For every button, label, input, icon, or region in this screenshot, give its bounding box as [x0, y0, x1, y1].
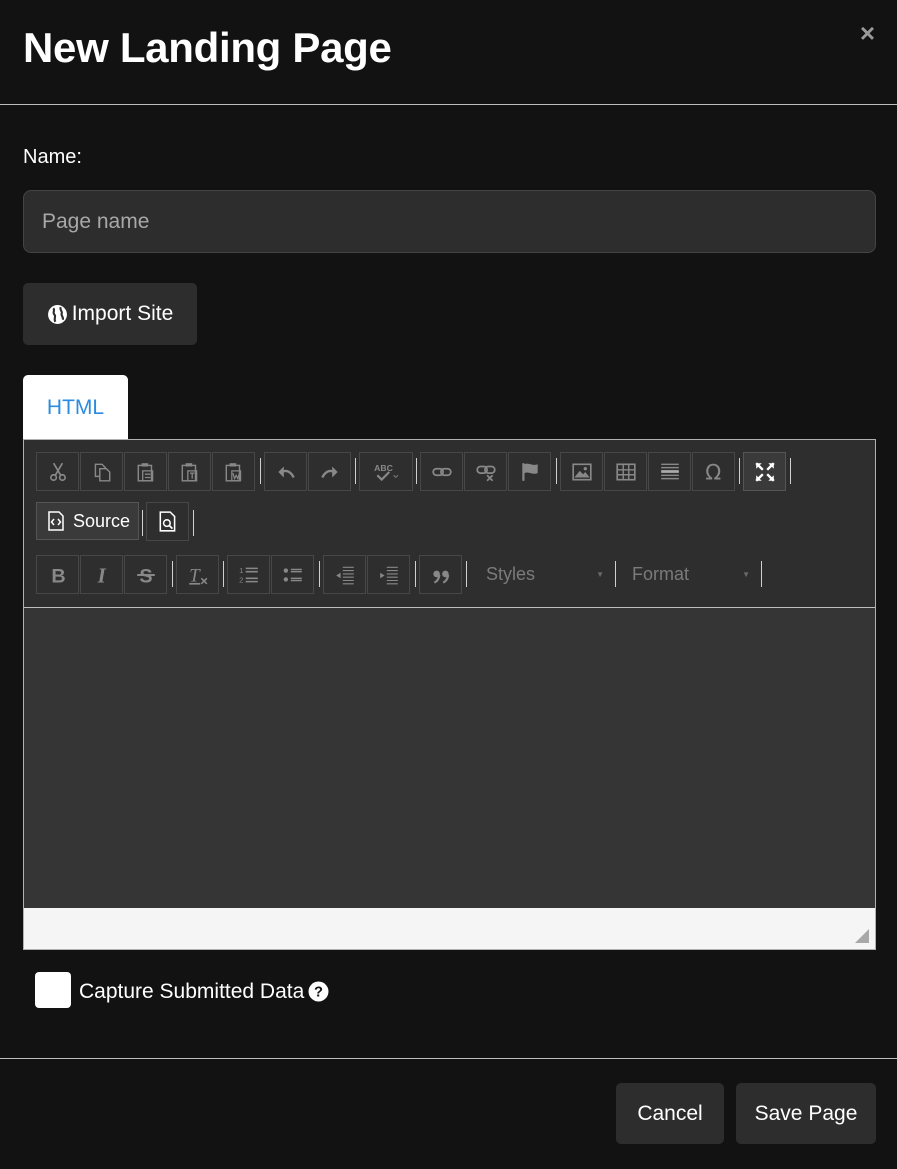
svg-text:?: ?	[314, 985, 323, 1001]
toolbar-separator	[172, 561, 173, 587]
modal-header: New Landing Page ×	[0, 0, 897, 105]
paste-text-icon[interactable]	[168, 452, 211, 491]
save-page-button[interactable]: Save Page	[736, 1083, 876, 1144]
capture-data-label: Capture Submitted Data	[79, 980, 305, 1003]
unlink-icon[interactable]	[464, 452, 507, 491]
link-icon[interactable]	[420, 452, 463, 491]
toolbar-separator	[739, 458, 740, 484]
chevron-down-icon: ▼	[596, 570, 604, 579]
question-circle-icon[interactable]: ?	[308, 981, 329, 1002]
numbered-list-icon[interactable]: 12	[227, 555, 270, 594]
source-button[interactable]: Source	[36, 502, 139, 540]
globe-icon	[47, 304, 67, 324]
source-icon	[48, 511, 64, 531]
toolbar-separator	[193, 510, 194, 536]
toolbar-separator	[415, 561, 416, 587]
styles-label: Styles	[486, 564, 536, 584]
maximize-icon[interactable]	[743, 452, 786, 491]
page-name-input[interactable]	[23, 190, 876, 253]
cut-icon[interactable]	[36, 452, 79, 491]
copy-icon[interactable]	[80, 452, 123, 491]
toolbar-separator	[223, 561, 224, 587]
redo-icon[interactable]	[308, 452, 351, 491]
toolbar-separator	[142, 510, 143, 536]
format-label: Format	[632, 564, 690, 584]
svg-text:T: T	[189, 565, 201, 585]
special-character-icon[interactable]: Ω	[692, 452, 735, 491]
remove-format-icon[interactable]: T	[176, 555, 219, 594]
modal-title: New Landing Page	[23, 24, 392, 71]
cancel-button[interactable]: Cancel	[616, 1083, 724, 1144]
horizontal-line-icon[interactable]	[648, 452, 691, 491]
chevron-down-icon: ▼	[742, 570, 750, 579]
editor-toolbar: ABC Ω Source B I T 1 2 Styles ▼ Format ▼	[24, 440, 875, 608]
bold-icon[interactable]: B	[36, 555, 79, 594]
paste-icon[interactable]	[124, 452, 167, 491]
editor-content-area[interactable]	[24, 608, 875, 908]
undo-icon[interactable]	[264, 452, 307, 491]
rich-text-editor: ABC Ω Source B I T 1 2 Styles ▼ Format ▼	[23, 439, 876, 950]
tab-html[interactable]: HTML	[23, 375, 128, 441]
strikethrough-icon[interactable]: S	[124, 555, 167, 594]
blockquote-icon[interactable]	[419, 555, 462, 594]
preview-icon[interactable]	[146, 502, 189, 541]
styles-dropdown[interactable]: Styles ▼	[468, 555, 614, 594]
svg-text:B: B	[51, 565, 65, 585]
resize-handle-icon[interactable]	[855, 929, 869, 943]
format-dropdown[interactable]: Format ▼	[614, 555, 760, 594]
outdent-icon[interactable]	[323, 555, 366, 594]
toolbar-separator	[790, 458, 791, 484]
toolbar-separator	[416, 458, 417, 484]
close-icon[interactable]: ×	[860, 20, 875, 46]
toolbar-separator	[260, 458, 261, 484]
svg-text:Ω: Ω	[705, 461, 721, 483]
capture-data-checkbox[interactable]	[35, 972, 71, 1008]
paste-word-icon[interactable]	[212, 452, 255, 491]
spellcheck-icon[interactable]: ABC	[359, 452, 413, 491]
import-site-label: Import Site	[71, 302, 174, 325]
source-label: Source	[73, 510, 131, 531]
anchor-flag-icon[interactable]	[508, 452, 551, 491]
svg-text:1: 1	[239, 565, 243, 574]
toolbar-separator	[466, 561, 467, 587]
svg-text:ABC: ABC	[374, 462, 394, 472]
editor-statusbar	[24, 908, 875, 949]
image-icon[interactable]	[560, 452, 603, 491]
indent-icon[interactable]	[367, 555, 410, 594]
name-label: Name:	[23, 146, 82, 168]
toolbar-separator	[319, 561, 320, 587]
toolbar-separator	[761, 561, 762, 587]
svg-text:I: I	[96, 564, 106, 586]
bulleted-list-icon[interactable]	[271, 555, 314, 594]
import-site-button[interactable]: Import Site	[23, 283, 197, 345]
toolbar-separator	[355, 458, 356, 484]
italic-icon[interactable]: I	[80, 555, 123, 594]
svg-text:2: 2	[239, 575, 243, 584]
toolbar-separator	[556, 458, 557, 484]
table-icon[interactable]	[604, 452, 647, 491]
